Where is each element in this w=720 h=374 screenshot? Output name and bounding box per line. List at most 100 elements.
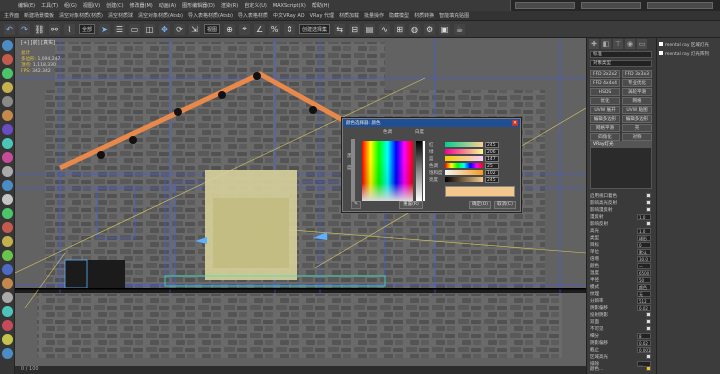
link-icon[interactable]: ⛓ xyxy=(34,23,45,35)
param-row[interactable]: 颜色 — xyxy=(590,263,653,269)
glass-icon[interactable] xyxy=(2,306,13,317)
tab-convert[interactable]: 材质转换 xyxy=(414,12,434,19)
param-checkbox[interactable] xyxy=(646,312,651,317)
unlink-icon[interactable]: ⚯ xyxy=(49,23,60,35)
param-checkbox[interactable] xyxy=(646,354,651,359)
render-frame-icon[interactable]: ▣ xyxy=(439,23,451,35)
wood-icon[interactable] xyxy=(2,278,13,289)
color-swatch-row[interactable]: 颜色... xyxy=(590,366,653,372)
display-tab-icon[interactable]: ▭ xyxy=(637,39,647,49)
param-value[interactable]: 0 xyxy=(637,242,651,248)
tab-batch[interactable]: 批量操作 xyxy=(364,12,384,19)
modifier-button[interactable]: 涡轮平滑 xyxy=(622,88,652,96)
account-field[interactable] xyxy=(581,2,641,9)
param-value[interactable]: 1.0 xyxy=(637,214,651,220)
teapot-icon[interactable] xyxy=(2,194,13,205)
modifier-button[interactable]: HSDS xyxy=(590,88,620,96)
color-swatch[interactable] xyxy=(646,366,651,371)
slider-red-value[interactable]: 245 xyxy=(485,141,499,148)
plane-icon[interactable] xyxy=(2,166,13,177)
modifier-button[interactable]: FFD 4x4x4 xyxy=(590,79,620,87)
param-row[interactable]: 温度 6500 xyxy=(590,270,653,276)
param-value[interactable]: 0.001 xyxy=(637,347,651,353)
param-row[interactable]: 投射阴影 xyxy=(590,312,653,318)
stone-icon[interactable] xyxy=(2,292,13,303)
param-checkbox[interactable] xyxy=(646,207,651,212)
slider-hue-value[interactable]: 25 xyxy=(485,162,499,169)
param-row[interactable]: 模式 颜色 xyxy=(590,284,653,290)
param-value[interactable]: 6500 xyxy=(637,270,651,276)
param-row[interactable]: 倍增 30.0 xyxy=(590,256,653,262)
tab-main[interactable]: 主界面 xyxy=(4,12,19,19)
tab-mat-load[interactable]: 材质加载 xyxy=(339,12,359,19)
param-checkbox[interactable] xyxy=(646,200,651,205)
reset-button[interactable]: 重置(R) xyxy=(399,201,423,209)
param-value[interactable]: 颜色 xyxy=(637,284,651,290)
param-row[interactable]: 分辨率 512 xyxy=(590,298,653,304)
pivot-icon[interactable]: ⊕ xyxy=(224,23,236,35)
render-setup-icon[interactable]: ⚙ xyxy=(424,23,436,35)
tab-vray-ao[interactable]: 中文VRay AO xyxy=(273,12,305,19)
metal-icon[interactable] xyxy=(2,334,13,345)
slider-green[interactable]: 绿 206 xyxy=(429,148,517,155)
box-icon[interactable] xyxy=(2,110,13,121)
slider-saturation[interactable]: 饱和度 102 xyxy=(429,169,517,176)
align-icon[interactable]: ⊟ xyxy=(349,23,361,35)
modify-tab-icon[interactable]: ◧ xyxy=(601,39,611,49)
modifier-button[interactable]: 网格平滑 xyxy=(590,124,620,132)
close-icon[interactable]: × xyxy=(512,120,518,126)
menu-item-animation[interactable]: 动画(A) xyxy=(159,2,176,9)
modifier-button[interactable]: UVW 展开 xyxy=(590,106,620,114)
param-row[interactable]: 影响反射 xyxy=(590,221,653,227)
param-row[interactable]: 不可见 xyxy=(590,326,653,332)
tab-import-atsb[interactable]: 导入表格材质(Atsb) xyxy=(188,12,233,19)
modifier-button[interactable]: 编辑多边形 xyxy=(590,115,620,123)
render-icon[interactable]: ☕ xyxy=(454,23,466,35)
modifier-button[interactable]: 优化 xyxy=(590,97,620,105)
param-value[interactable]: — xyxy=(637,263,651,269)
cone-icon[interactable] xyxy=(2,180,13,191)
param-value[interactable]: 0.02 xyxy=(637,340,651,346)
menu-item-views[interactable]: 视图(V) xyxy=(83,2,100,9)
material-editor-icon[interactable]: ◍ xyxy=(409,23,421,35)
hue-spectrum[interactable] xyxy=(362,141,413,201)
menu-item-group[interactable]: 组(G) xyxy=(64,2,77,9)
slider-red[interactable]: 红 245 xyxy=(429,141,517,148)
camera-icon[interactable] xyxy=(2,96,13,107)
tab-import-table[interactable]: 导入表格材质 xyxy=(238,12,268,19)
param-value[interactable]: 30.0 xyxy=(637,256,651,262)
mirror-icon[interactable]: ⇆ xyxy=(334,23,346,35)
param-row[interactable]: 类型 球形 xyxy=(590,235,653,241)
param-value[interactable]: 512 xyxy=(637,298,651,304)
param-value[interactable]: 默认 xyxy=(637,249,651,255)
menu-item-tools[interactable]: 工具(T) xyxy=(41,2,58,9)
param-row[interactable]: 截止 0.001 xyxy=(590,347,653,353)
redo-icon[interactable]: ↷ xyxy=(19,23,30,35)
sky-icon[interactable] xyxy=(2,348,13,359)
scale-icon[interactable]: ⇲ xyxy=(189,23,201,35)
modifier-button[interactable]: UVW 贴图 xyxy=(622,106,652,114)
select-icon[interactable]: ➤ xyxy=(99,23,111,35)
color-picker-title[interactable]: 颜色选择器: 颜色 xyxy=(343,119,520,127)
eyedropper-icon[interactable]: ✎ xyxy=(351,201,361,209)
param-row[interactable]: 半径 50 xyxy=(590,277,653,283)
globe-icon[interactable] xyxy=(2,40,13,51)
menu-item-graph[interactable]: 图形编辑器(D) xyxy=(182,2,215,9)
slider-green-bar[interactable] xyxy=(445,149,483,154)
modifier-stack-list[interactable]: VRay灯光 xyxy=(590,141,652,189)
param-row[interactable]: 影响漫反射 xyxy=(590,207,653,213)
slider-blue-value[interactable]: 147 xyxy=(485,155,499,162)
modifier-stack-item[interactable]: VRay灯光 xyxy=(591,142,651,148)
named-selection-dropdown[interactable]: 创建选择集 xyxy=(299,24,331,34)
slider-hue[interactable]: 色调 25 xyxy=(429,162,517,169)
motion-tab-icon[interactable]: ◉ xyxy=(625,39,635,49)
modifier-button[interactable]: 专业优化 xyxy=(622,79,652,87)
create-tab-icon[interactable]: ✚ xyxy=(589,39,599,49)
layer-icon[interactable]: ▤ xyxy=(364,23,376,35)
modifier-button[interactable]: FFD 2x2x2 xyxy=(590,70,620,78)
star-icon[interactable] xyxy=(2,236,13,247)
object-type-dropdown[interactable]: 对象类型 xyxy=(590,60,652,67)
tab-clear-mat[interactable]: 清空对象材质(材质) xyxy=(59,12,103,19)
menu-item-rendering[interactable]: 渲染(R) xyxy=(221,2,238,9)
brick-icon[interactable] xyxy=(2,320,13,331)
